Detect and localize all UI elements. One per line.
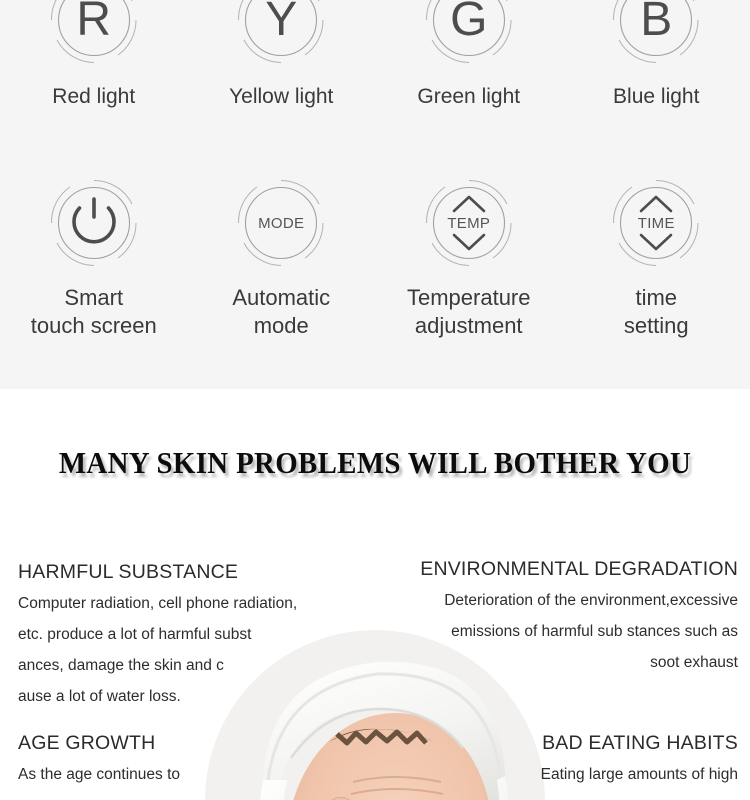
chevron-up-icon — [639, 195, 673, 213]
chevron-up-icon — [452, 195, 486, 213]
feature-label: Green light — [417, 85, 521, 108]
power-icon — [46, 175, 142, 271]
feature-time-setting[interactable]: TIME time setting — [563, 175, 750, 340]
feature-label: Automatic mode — [232, 285, 331, 339]
icon-glyph-word: TEMP — [447, 214, 491, 232]
feature-row-light-colors: R Red light Y Yellow light G Green light… — [0, 0, 750, 111]
feature-label: Red light — [52, 85, 136, 108]
feature-temperature-adjustment[interactable]: TEMP Temperature adjustment — [375, 175, 563, 340]
feature-label: Temperature adjustment — [406, 285, 531, 339]
problem-block-bad-eating-habits: BAD EATING HABITS Eating large amounts o… — [448, 732, 738, 790]
feature-red-light[interactable]: R Red light — [0, 0, 188, 111]
problem-title: HARMFUL SUBSTANCE — [18, 561, 239, 583]
product-detail-page: R Red light Y Yellow light G Green light… — [0, 0, 750, 800]
chevron-down-icon — [452, 233, 486, 251]
feature-automatic-mode[interactable]: MODE Automatic mode — [188, 175, 376, 340]
problem-title: AGE GROWTH — [18, 732, 156, 754]
problem-block-environmental-degradation: ENVIRONMENTAL DEGRADATION Deterioration … — [398, 558, 738, 678]
temp-icon: TEMP — [421, 175, 517, 271]
problem-title: ENVIRONMENTAL DEGRADATION — [420, 558, 738, 580]
problem-body: Deterioration of the environment,excessi… — [444, 592, 738, 672]
icon-glyph-word: MODE — [258, 214, 305, 232]
mode-icon: MODE — [233, 175, 329, 271]
problem-title: BAD EATING HABITS — [542, 732, 738, 754]
problem-body: Eating large amounts of high — [540, 766, 738, 784]
chevron-down-icon — [639, 233, 673, 251]
features-section: R Red light Y Yellow light G Green light… — [0, 0, 750, 389]
red-light-icon: R — [46, 0, 142, 68]
section-heading: MANY SKIN PROBLEMS WILL BOTHER YOU — [58, 445, 692, 480]
feature-label: Smart touch screen — [30, 285, 157, 339]
icon-glyph-letter: Y — [265, 0, 298, 46]
circle-ring-graphic — [50, 180, 137, 266]
feature-smart-touch-screen[interactable]: Smart touch screen — [0, 175, 188, 340]
icon-glyph-word: TIME — [637, 214, 675, 232]
problem-body: Computer radiation, cell phone radiation… — [18, 595, 298, 706]
feature-green-light[interactable]: G Green light — [375, 0, 563, 111]
feature-label: Yellow light — [229, 85, 334, 108]
feature-label: Blue light — [613, 85, 700, 108]
feature-yellow-light[interactable]: Y Yellow light — [188, 0, 376, 111]
problem-block-harmful-substance: HARMFUL SUBSTANCE Computer radiation, ce… — [18, 561, 348, 712]
skin-problems-section: MANY SKIN PROBLEMS WILL BOTHER YOU HARMF… — [0, 389, 750, 800]
feature-label: time setting — [623, 285, 689, 339]
problem-body: As the age continues to — [18, 766, 181, 784]
feature-blue-light[interactable]: B Blue light — [563, 0, 750, 111]
feature-row-controls: Smart touch screen MODE Automatic mode T… — [0, 175, 750, 340]
yellow-light-icon: Y — [233, 0, 329, 68]
time-icon: TIME — [608, 175, 704, 271]
icon-glyph-letter: R — [76, 0, 112, 46]
icon-glyph-letter: B — [640, 0, 673, 46]
icon-glyph-letter: G — [450, 0, 488, 46]
blue-light-icon: B — [608, 0, 704, 68]
problem-block-age-growth: AGE GROWTH As the age continues to — [18, 732, 318, 790]
green-light-icon: G — [421, 0, 517, 68]
